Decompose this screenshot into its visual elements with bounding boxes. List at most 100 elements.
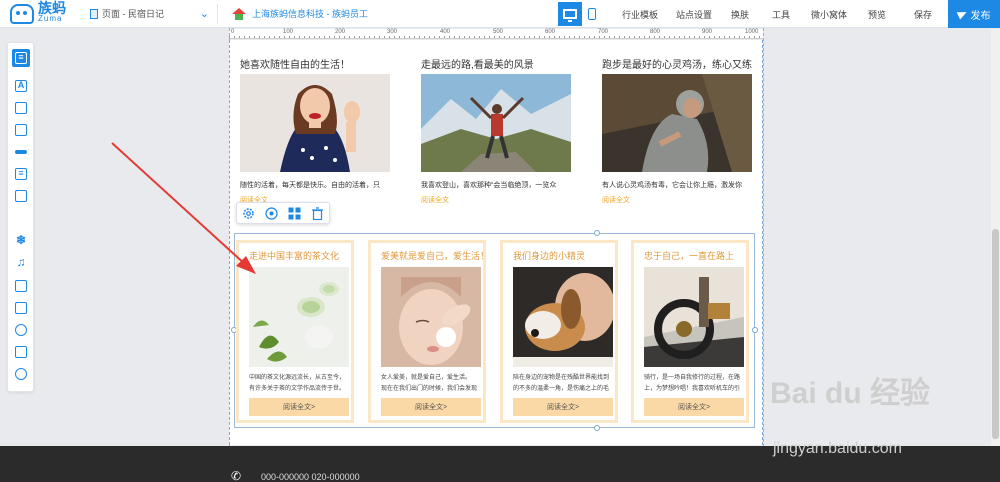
layout-grid-icon[interactable]: [288, 206, 302, 220]
tool-music[interactable]: ♫: [12, 255, 30, 273]
desktop-icon: [563, 9, 577, 22]
tool-snowflake[interactable]: ❄: [12, 233, 30, 251]
top-bar: 族蚂 Zuma 页面 - 民宿日记 ⌄ 上海族蚂信息科技 - 族蚂员工: [0, 0, 1000, 28]
article-card[interactable]: 爱美就是爱自己，爱生活！ 女人爱美，就是爱自己，爱生活。 现在在我们出门的时候，…: [368, 240, 490, 423]
tool-list[interactable]: ≡: [12, 165, 30, 183]
ruler: 0 100 200 300 400 500 600 700 800 900 10…: [229, 29, 763, 39]
resize-handle[interactable]: [594, 425, 600, 431]
ruler-tick: 100: [283, 29, 294, 35]
ruler-tick: 600: [545, 29, 556, 35]
motorcycle-photo: [644, 267, 744, 367]
woman-image: [240, 74, 390, 172]
resize-handle[interactable]: [752, 327, 758, 333]
page-selector[interactable]: 页面 - 民宿日记 ⌄: [90, 3, 218, 24]
article-title: 跑步是最好的心灵鸡汤，练心又练身: [602, 60, 752, 86]
menu-micro-site[interactable]: 微小窝体: [811, 0, 847, 28]
read-more-button[interactable]: 阅读全文>: [249, 398, 349, 416]
tool-image-text[interactable]: [12, 99, 30, 117]
site-name: 上海族蚂信息科技 - 族蚂员工: [252, 9, 368, 19]
article-block[interactable]: 她喜欢随性自由的生活！ 随性的活着，每天都是快乐。自由的活着，只 阅读全文: [240, 56, 390, 205]
menu-industry-templates[interactable]: 行业模板: [622, 0, 658, 28]
tool-slideshow[interactable]: [12, 187, 30, 205]
ruler-tick: 300: [387, 29, 398, 35]
tool-list-module[interactable]: ≡: [12, 49, 30, 67]
form-icon: [15, 302, 27, 314]
article-card[interactable]: 走进中国丰富的茶文化 中国的茶文化源远流长，从古至今， 有许多关于茶的文学作品流…: [236, 240, 354, 423]
tool-search[interactable]: [12, 365, 30, 383]
tool-divider[interactable]: [12, 143, 30, 161]
article-card[interactable]: 忠于自己，一直在路上 骑行，是一场自我修行的过程，在路 上，为梦想吟唱！我喜欢听…: [631, 240, 749, 423]
menu-tools[interactable]: 工具: [772, 0, 790, 28]
runner-photo: [602, 74, 752, 172]
card-title: 我们身边的小精灵: [513, 251, 586, 261]
divider-icon: [15, 150, 27, 154]
menu-skin[interactable]: 换肤: [731, 0, 749, 28]
article-desc: 有人说心灵鸡汤有毒，它会让你上瘾，激发你: [602, 182, 742, 189]
home-icon: [232, 7, 246, 20]
music-icon: ♫: [16, 255, 26, 269]
article-desc: 随性的活着，每天都是快乐。自由的活着，只: [240, 182, 380, 189]
page-scrollbar[interactable]: [991, 29, 1000, 446]
motorcycle-image: [644, 267, 744, 367]
brand-name: 族蚂: [38, 0, 66, 16]
card-title: 忠于自己，一直在路上: [644, 251, 735, 261]
mobile-icon: [588, 8, 596, 20]
mountain-image: [421, 74, 571, 172]
list-module-icon: ≡: [15, 52, 27, 64]
page-select-value: 页面 - 民宿日记: [102, 9, 164, 19]
tool-form[interactable]: [12, 299, 30, 317]
module-toolbar: [236, 202, 330, 224]
resize-handle[interactable]: [594, 230, 600, 236]
beauty-photo: [381, 267, 481, 367]
tool-gallery[interactable]: [12, 121, 30, 139]
video-camera-icon: [15, 280, 27, 292]
tool-disk[interactable]: [12, 321, 30, 339]
read-more-button[interactable]: 阅读全文>: [381, 398, 481, 416]
brand-name-en: Zuma: [38, 14, 63, 23]
card-desc-line: 现在在我们出门的时候，我们会发现: [381, 386, 478, 392]
article-block[interactable]: 走最远的路,看最美的风景 我喜欢登山，喜欢那种“会当临绝顶，一览众 阅读全文: [421, 56, 571, 205]
tool-picture[interactable]: [12, 343, 30, 361]
publish-button[interactable]: 发布: [948, 0, 1000, 28]
article-card[interactable]: 我们身边的小精灵 陪在身边的宠物是在残酷世界能找到 的不多的温柔一角，是伤痛之上…: [500, 240, 618, 423]
scrollbar-thumb[interactable]: [992, 229, 999, 439]
settings-gear-icon[interactable]: [242, 206, 256, 220]
card-desc-line: 有许多关于茶的文学作品流传于世。: [249, 386, 346, 392]
card-desc-line: 上，为梦想吟唱！我喜欢听机车的引: [644, 386, 741, 392]
read-more-button[interactable]: 阅读全文>: [644, 398, 744, 416]
article-title: 走最远的路,看最美的风景: [421, 60, 534, 71]
mobile-view-button[interactable]: [584, 2, 600, 26]
ruler-tick: 500: [493, 29, 504, 35]
publish-label: 发布: [970, 10, 991, 22]
article-block[interactable]: 跑步是最好的心灵鸡汤，练心又练身 有人说心灵鸡汤有毒，它会让你上瘾，激发你 阅读…: [602, 56, 752, 205]
picture-icon: [15, 346, 27, 358]
card-desc-line: 骑行，是一场自我修行的过程，在路: [644, 375, 741, 381]
phone-icon: ✆: [231, 469, 242, 482]
dog-photo: [513, 267, 613, 367]
menu-save[interactable]: 保存: [914, 0, 932, 28]
desktop-view-button[interactable]: [558, 2, 582, 26]
article-title: 她喜欢随性自由的生活！: [240, 60, 350, 71]
card-title: 爱美就是爱自己，爱生活！: [381, 251, 490, 261]
chevron-down-icon[interactable]: ⌄: [200, 7, 209, 20]
card-desc-line: 女人爱美，就是爱自己，爱生活。: [381, 375, 472, 381]
gallery-icon: [15, 124, 27, 136]
woman-photo: [240, 74, 390, 172]
read-more-link[interactable]: 阅读全文: [602, 195, 752, 205]
trash-icon[interactable]: [311, 206, 325, 220]
style-icon[interactable]: [265, 206, 279, 220]
brand-logo[interactable]: 族蚂 Zuma: [0, 0, 80, 24]
read-more-button[interactable]: 阅读全文>: [513, 398, 613, 416]
site-link[interactable]: 上海族蚂信息科技 - 族蚂员工: [232, 7, 368, 20]
tool-video[interactable]: [12, 277, 30, 295]
runner-image: [602, 74, 752, 172]
document-icon: [90, 8, 98, 19]
menu-preview[interactable]: 预览: [868, 0, 886, 28]
menu-site-settings[interactable]: 站点设置: [676, 0, 712, 28]
disk-icon: [15, 324, 27, 336]
tool-text[interactable]: A: [12, 77, 30, 95]
read-more-link[interactable]: 阅读全文: [421, 195, 571, 205]
tea-photo: [249, 267, 349, 367]
card-desc-line: 中国的茶文化源远流长，从古至今，: [249, 375, 346, 381]
ruler-tick: 700: [598, 29, 609, 35]
